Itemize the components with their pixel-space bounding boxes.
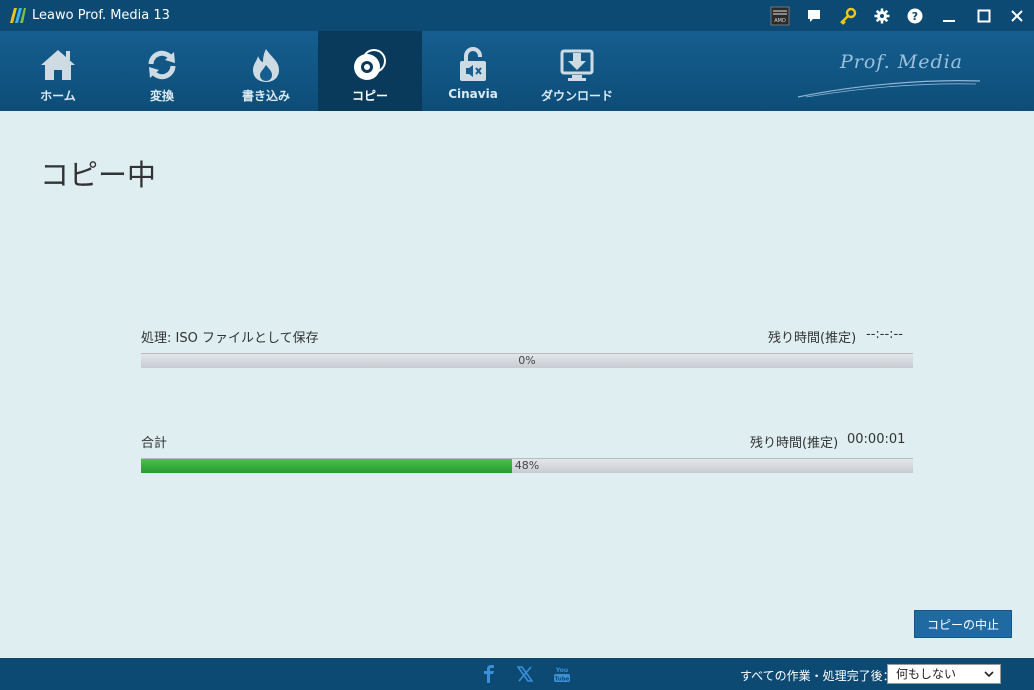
nav-download[interactable]: ダウンロード (525, 31, 629, 111)
task-progress-text: 0% (518, 354, 536, 367)
youtube-icon[interactable]: You Tube (552, 664, 572, 684)
nav-convert[interactable]: 変換 (110, 31, 214, 111)
task-remaining-value: --:--:-- (866, 327, 903, 342)
svg-text:?: ? (912, 10, 918, 23)
main-nav: ホーム 変換 書き込み コピー Cinavia ダウンロード Prof. Med… (0, 31, 1034, 111)
svg-text:Tube: Tube (555, 677, 570, 683)
x-icon[interactable] (515, 664, 535, 684)
stop-copy-button[interactable]: コピーの中止 (914, 610, 1012, 638)
nav-label-burn: 書き込み (241, 89, 290, 103)
task-progress-bar: 0% (141, 353, 913, 368)
amd-icon[interactable]: AMD (769, 5, 791, 27)
download-icon (557, 45, 597, 85)
after-completion-select[interactable]: 何もしない (887, 664, 1001, 684)
home-icon (38, 45, 78, 85)
feedback-icon[interactable] (803, 5, 825, 27)
task-label: 処理: ISO ファイルとして保存 (141, 331, 319, 346)
task-remaining-label: 残り時間(推定) (768, 331, 857, 346)
nav-burn[interactable]: 書き込み (214, 31, 318, 111)
nav-label-home: ホーム (40, 89, 76, 103)
nav-copy[interactable]: コピー (318, 31, 422, 111)
app-title: Leawo Prof. Media 13 (32, 8, 170, 23)
brand-swoosh-icon (797, 80, 981, 98)
cinavia-icon (453, 45, 493, 85)
total-progress-text: 48% (514, 459, 540, 472)
nav-label-copy: コピー (351, 89, 388, 103)
gear-icon[interactable] (871, 5, 893, 27)
total-label: 合計 (141, 436, 168, 451)
nav-home[interactable]: ホーム (6, 31, 110, 111)
svg-text:You: You (555, 667, 568, 674)
footer-bar: You Tube すべての作業・処理完了後： 何もしない (0, 658, 1034, 690)
total-remaining-label: 残り時間(推定) (750, 436, 839, 451)
copy-icon (350, 45, 390, 85)
nav-label-cinavia: Cinavia (448, 87, 498, 101)
nav-label-convert: 変換 (149, 89, 174, 103)
total-remaining-value: 00:00:01 (847, 432, 906, 447)
minimize-icon[interactable] (938, 5, 960, 27)
convert-icon (142, 45, 182, 85)
page-title: コピー中 (40, 158, 157, 192)
app-logo-icon (10, 8, 26, 23)
total-progress-bar: 48% (141, 458, 913, 473)
close-icon[interactable] (1006, 5, 1028, 27)
facebook-icon[interactable] (479, 664, 499, 684)
brand-logo: Prof. Media (796, 49, 982, 99)
after-completion-label: すべての作業・処理完了後： (740, 669, 895, 683)
burn-icon (246, 45, 286, 85)
after-completion-value: 何もしない (896, 667, 957, 681)
key-icon[interactable] (837, 5, 859, 27)
nav-label-download: ダウンロード (540, 89, 613, 103)
maximize-icon[interactable] (973, 5, 995, 27)
nav-cinavia[interactable]: Cinavia (421, 31, 525, 111)
svg-text:AMD: AMD (774, 18, 786, 24)
chevron-down-icon (984, 671, 994, 678)
brand-text: Prof. Media (840, 51, 964, 73)
title-bar: Leawo Prof. Media 13 AMD ? (0, 0, 1034, 31)
help-icon[interactable]: ? (904, 5, 926, 27)
